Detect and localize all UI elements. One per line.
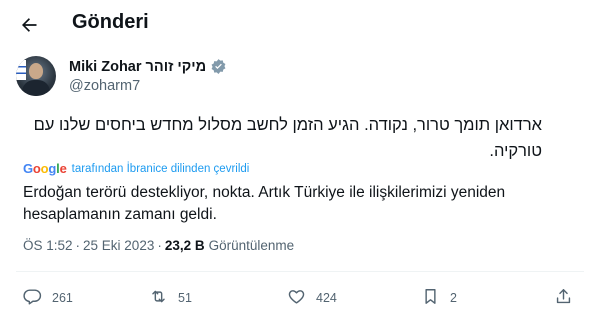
- repost-count: 51: [178, 291, 192, 305]
- views-label: Görüntülenme: [208, 238, 295, 253]
- author-handle[interactable]: @zoharm7: [69, 78, 227, 94]
- post-translated-text: Erdoğan terörü destekliyor, nokta. Artık…: [23, 184, 506, 223]
- like-icon: [287, 287, 306, 309]
- translation-attribution: Google tarafından İbranice dilinden çevr…: [23, 161, 249, 176]
- post-author: Miki Zohar מיקי זוהר @zoharm7: [16, 56, 226, 100]
- action-bar: 261 51 424 2: [0, 286, 600, 310]
- like-count: 424: [316, 291, 337, 305]
- post-time[interactable]: ÖS 1:52: [23, 238, 73, 253]
- meta-separator: ·: [157, 238, 162, 253]
- repost-icon: [149, 287, 168, 309]
- bookmark-icon: [421, 287, 440, 309]
- author-name-block: Miki Zohar מיקי זוהר @zoharm7: [69, 58, 227, 94]
- bookmark-button[interactable]: 2: [421, 286, 457, 310]
- meta-separator: ·: [75, 238, 81, 253]
- top-header: Gönderi: [0, 0, 600, 48]
- divider: [16, 271, 584, 272]
- post-meta: ÖS 1:52 · 25 Eki 2023 · 23,2 B Görüntüle…: [23, 238, 294, 253]
- reply-count: 261: [52, 291, 73, 305]
- avatar[interactable]: [16, 56, 56, 96]
- translation-label[interactable]: tarafından İbranice dilinden çevrildi: [72, 163, 250, 175]
- post-date[interactable]: 25 Eki 2023: [83, 238, 154, 253]
- bookmark-count: 2: [450, 291, 457, 305]
- share-button[interactable]: [554, 286, 573, 310]
- views-count: 23,2 B: [164, 238, 205, 253]
- like-button[interactable]: 424: [287, 286, 337, 310]
- reply-icon: [23, 287, 42, 309]
- page-title: Gönderi: [72, 11, 149, 33]
- reply-button[interactable]: 261: [23, 286, 73, 310]
- repost-button[interactable]: 51: [149, 286, 192, 310]
- back-arrow-icon[interactable]: [18, 14, 40, 36]
- google-logo: Google: [23, 161, 67, 176]
- verified-badge-icon: [210, 58, 227, 75]
- author-name[interactable]: Miki Zohar מיקי זוהר: [69, 59, 206, 75]
- share-icon: [554, 287, 573, 309]
- post-original-text: ארדואן תומך טרור, נקודה. הגיע הזמן לחשב …: [33, 116, 542, 160]
